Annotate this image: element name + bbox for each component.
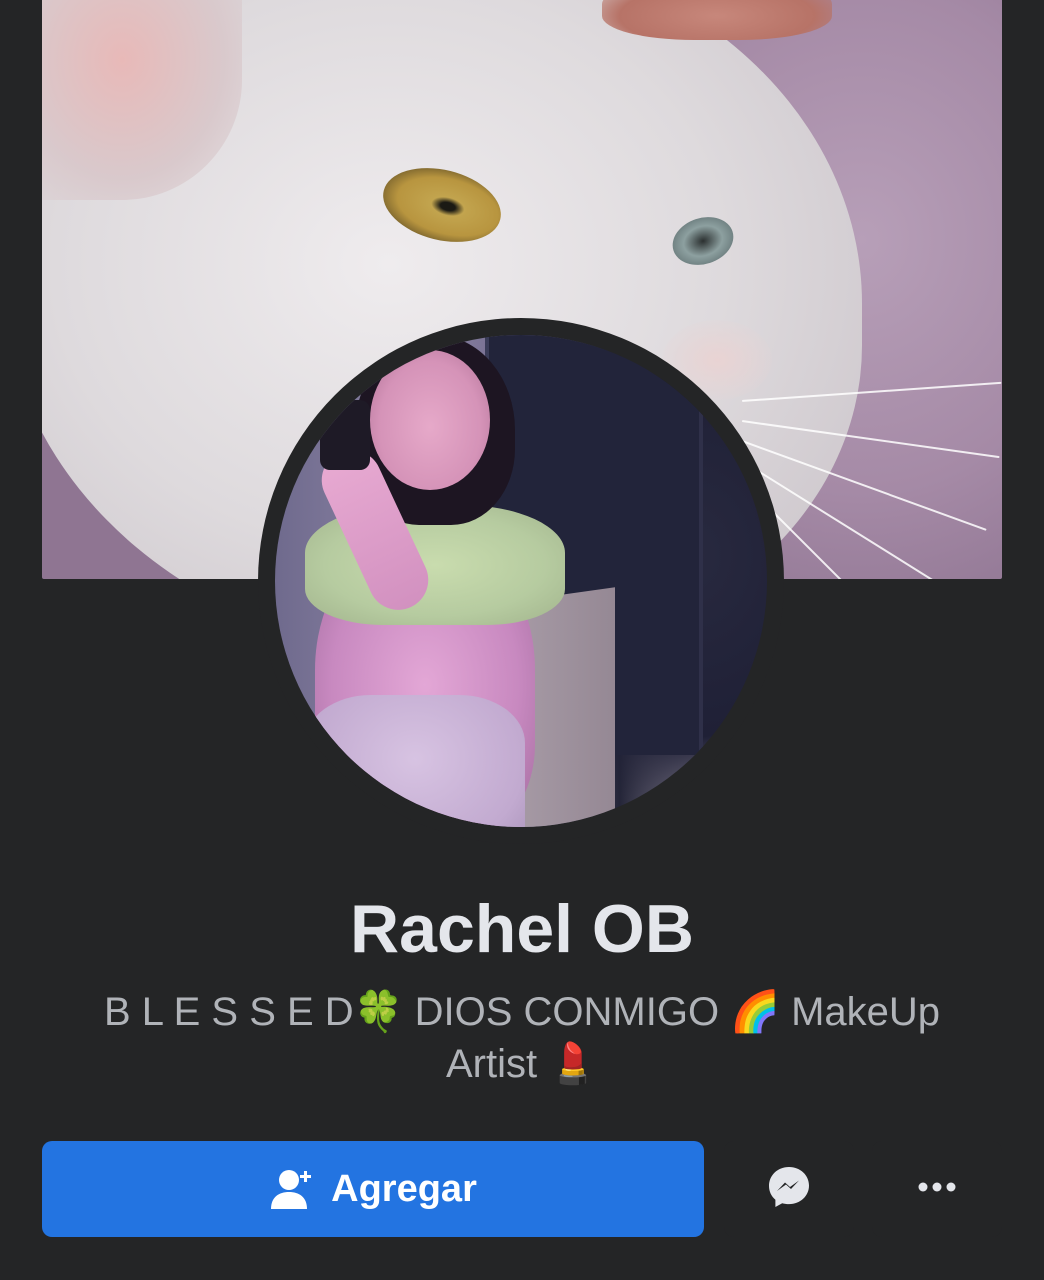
add-friend-icon	[269, 1167, 315, 1211]
add-friend-label: Agregar	[331, 1167, 477, 1210]
more-options-button[interactable]	[872, 1141, 1002, 1237]
profile-bio-line: Artist 💄	[445, 1042, 599, 1086]
profile-bio: B L E S S E D🍀 DIOS CONMIGO 🌈 MakeUp Art…	[80, 986, 964, 1090]
avatar-person-face	[370, 350, 490, 490]
message-button[interactable]	[724, 1141, 854, 1237]
add-friend-button[interactable]: Agregar	[42, 1141, 704, 1237]
avatar-phone	[320, 400, 370, 470]
profile-picture[interactable]	[275, 335, 767, 827]
profile-bio-line: B L E S S E D🍀 DIOS CONMIGO 🌈 MakeUp	[103, 990, 941, 1034]
avatar-person-skirt	[305, 695, 525, 827]
profile-name: Rachel OB	[350, 891, 694, 967]
profile-page: Rachel OB B L E S S E D🍀 DIOS CONMIGO 🌈 …	[0, 0, 1044, 1280]
cover-hand	[602, 0, 832, 40]
messenger-icon	[766, 1164, 812, 1215]
more-options-icon	[917, 1180, 957, 1198]
